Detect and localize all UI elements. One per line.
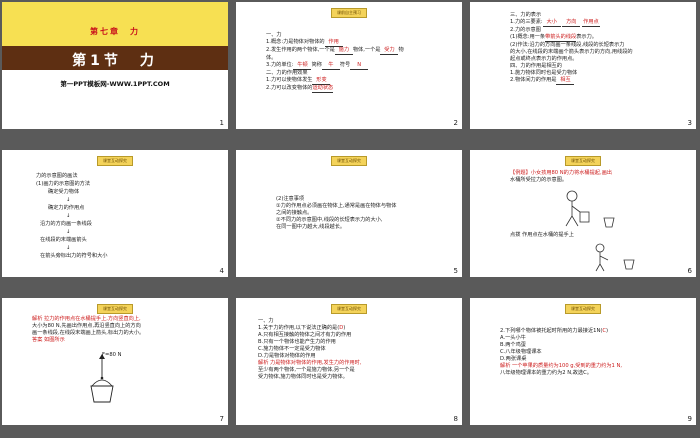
slide-thumbnail-3[interactable]: 三、力的表示 1.力的三要素: 大小 方向 作用点 2.力的示意图 (1)概念:用… bbox=[470, 2, 696, 129]
chapter-label: 第七章 力 bbox=[90, 27, 140, 36]
slide-thumbnail-5[interactable]: 课堂互动探究 (2)注意事项 ①力的作用点必须画在物体上,通常是画在物体与物体 … bbox=[236, 150, 462, 277]
flow-step: 沿力的方向画一条线段 bbox=[40, 221, 92, 227]
arrow-down-icon: ↓ bbox=[66, 245, 71, 251]
section-badge: 课堂互动探究 bbox=[565, 156, 601, 166]
slide-text: 一、力 1.关于力的作用,以下说法正确的是(D) A.只有相互接触的物体之间才有… bbox=[258, 318, 362, 380]
girl-lifting-bucket-illustration bbox=[565, 190, 615, 228]
slide-text: (2)注意事项 ①力的作用点必须画在物体上,通常是画在物体与物体 之间的接触点。… bbox=[276, 196, 397, 230]
slide-number: 3 bbox=[687, 119, 692, 127]
section-badge: 课堂互动探究 bbox=[331, 304, 367, 314]
slide-number: 1 bbox=[219, 119, 224, 127]
slide-number: 6 bbox=[687, 267, 692, 275]
slide-number: 2 bbox=[453, 119, 458, 127]
slide-thumbnail-7[interactable]: 课堂互动探究 解析 拉力的作用点在水桶提手上,方向竖直向上, 大小为80 N,先… bbox=[2, 298, 228, 425]
slide-thumbnail-1[interactable]: 第七章 力 第1节 力 第一PPT模板网-WWW.1PPT.COM 1 bbox=[2, 2, 228, 129]
slide-thumbnail-9[interactable]: 课堂互动探究 2.下列哪个物体被托起时所用的力最接近1N(C) A.一头小牛 B… bbox=[470, 298, 696, 425]
section-badge: 课堂互动探究 bbox=[97, 156, 133, 166]
flow-subheading: (1)画力的示意图的方法 bbox=[36, 181, 91, 187]
slide-thumbnail-6[interactable]: 课堂互动探究 【例题】小女孩用80 N的力将水桶提起,画出 水桶所受拉力的示意图… bbox=[470, 150, 696, 277]
section-badge: 课堂互动探究 bbox=[97, 304, 133, 314]
flowchart: 力的示意图的画法 (1)画力的示意图的方法 确定受力物体 ↓ 确定力的作用点 ↓… bbox=[36, 172, 107, 260]
arrow-down-icon: ↓ bbox=[66, 229, 71, 235]
slide-thumbnail-2[interactable]: 课前自主预习 一、力 1.概念:力是物体对物体的 作用 2.发生作用的两个物体,一… bbox=[236, 2, 462, 129]
section-badge: 课前自主预习 bbox=[331, 8, 367, 18]
section-badge: 课堂互动探究 bbox=[331, 156, 367, 166]
slide-text: 三、力的表示 1.力的三要素: 大小 方向 作用点 2.力的示意图 (1)概念:用… bbox=[510, 12, 633, 85]
slide-number: 8 bbox=[453, 415, 458, 423]
bucket-force-diagram bbox=[90, 354, 114, 403]
flow-heading: 力的示意图的画法 bbox=[36, 173, 78, 179]
arrow-down-icon: ↓ bbox=[66, 197, 71, 203]
flow-step: 确定力的作用点 bbox=[48, 205, 85, 211]
slide-text: 2.下列哪个物体被托起时所用的力最接近1N(C) A.一头小牛 B.两个鸡蛋 C… bbox=[500, 328, 622, 376]
bucket-illustration bbox=[595, 243, 635, 272]
flow-step: 确定受力物体 bbox=[48, 189, 80, 195]
hint-text: 点拨 作用点在水桶的提手上 bbox=[510, 232, 574, 238]
site-watermark: 第一PPT模板网-WWW.1PPT.COM bbox=[60, 80, 170, 88]
flow-step: 在线段的末端画箭头 bbox=[40, 237, 87, 243]
slide-text: 一、力 1.概念:力是物体对物体的 作用 2.发生作用的两个物体,一个是 施力 物体,… bbox=[266, 32, 404, 93]
flow-step: 在箭头旁标出力的符号和大小 bbox=[40, 253, 108, 259]
slide-number: 7 bbox=[219, 415, 224, 423]
lesson-title: 第1节 力 bbox=[72, 53, 158, 69]
slide-number: 5 bbox=[453, 267, 458, 275]
slide-number: 4 bbox=[219, 267, 224, 275]
slide-thumbnail-4[interactable]: 课堂互动探究 力的示意图的画法 (1)画力的示意图的方法 确定受力物体 ↓ 确定… bbox=[2, 150, 228, 277]
section-badge: 课堂互动探究 bbox=[565, 304, 601, 314]
slide-text: 【例题】小女孩用80 N的力将水桶提起,画出 水桶所受拉力的示意图。 bbox=[510, 170, 612, 183]
slide-thumbnail-8[interactable]: 课堂互动探究 一、力 1.关于力的作用,以下说法正确的是(D) A.只有相互接触… bbox=[236, 298, 462, 425]
slide-text: 解析 拉力的作用点在水桶提手上,方向竖直向上, 大小为80 N,先画出作用点,再… bbox=[32, 316, 145, 343]
arrow-down-icon: ↓ bbox=[66, 213, 71, 219]
slide-number: 9 bbox=[687, 415, 692, 423]
